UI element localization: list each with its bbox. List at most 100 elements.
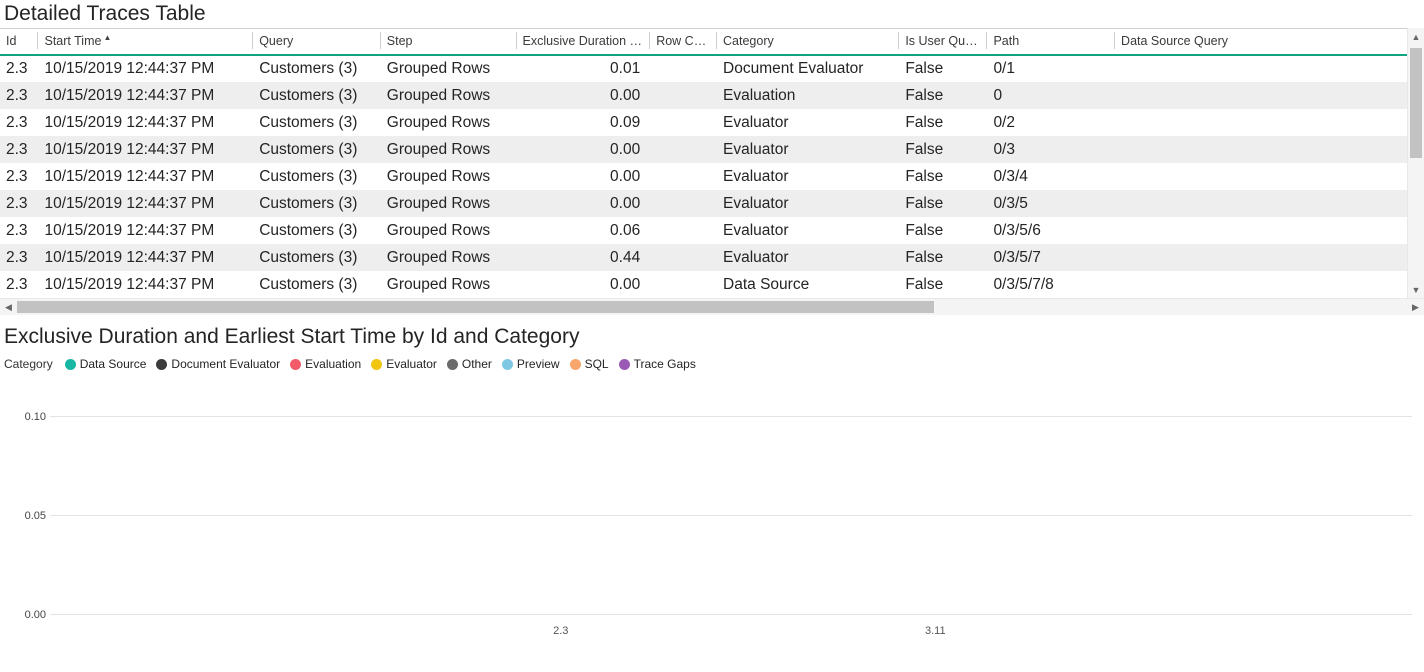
legend-swatch-icon xyxy=(502,359,513,370)
column-header[interactable]: Data Source Query xyxy=(1115,29,1424,56)
legend-item[interactable]: Trace Gaps xyxy=(619,357,696,371)
table-row[interactable]: 2.310/15/2019 12:44:37 PMCustomers (3)Gr… xyxy=(0,136,1424,163)
table-row[interactable]: 2.310/15/2019 12:44:37 PMCustomers (3)Gr… xyxy=(0,271,1424,298)
y-tick-label: 0.05 xyxy=(8,510,46,522)
table-cell xyxy=(650,136,717,163)
table-cell xyxy=(1115,271,1424,298)
column-header[interactable]: Start Time▲ xyxy=(38,29,253,56)
table-cell: 10/15/2019 12:44:37 PM xyxy=(38,109,253,136)
table-cell xyxy=(1115,163,1424,190)
table-cell: False xyxy=(899,190,987,217)
sort-asc-icon: ▲ xyxy=(103,33,111,42)
table-cell: Grouped Rows xyxy=(381,109,517,136)
column-header[interactable]: Query xyxy=(253,29,381,56)
table-cell xyxy=(650,244,717,271)
table-cell: Evaluator xyxy=(717,190,899,217)
column-header[interactable]: Path xyxy=(987,29,1115,56)
table-cell: Customers (3) xyxy=(253,55,381,82)
table-cell: False xyxy=(899,109,987,136)
table-cell: Customers (3) xyxy=(253,271,381,298)
table-cell: Data Source xyxy=(717,271,899,298)
table-row[interactable]: 2.310/15/2019 12:44:37 PMCustomers (3)Gr… xyxy=(0,55,1424,82)
legend-item[interactable]: Data Source xyxy=(65,357,147,371)
chart-legend: Category Data SourceDocument EvaluatorEv… xyxy=(0,355,1424,375)
vertical-scrollbar[interactable]: ▲ ▼ xyxy=(1407,28,1424,298)
legend-item[interactable]: Preview xyxy=(502,357,560,371)
column-header[interactable]: Exclusive Duration (%) xyxy=(517,29,651,56)
legend-item-label: Data Source xyxy=(80,357,147,371)
table-row[interactable]: 2.310/15/2019 12:44:37 PMCustomers (3)Gr… xyxy=(0,109,1424,136)
traces-table-area: IdStart Time▲QueryStepExclusive Duration… xyxy=(0,28,1424,298)
horizontal-scroll-track[interactable] xyxy=(17,299,1407,315)
table-cell: Evaluation xyxy=(717,82,899,109)
table-cell: 2.3 xyxy=(0,190,38,217)
scroll-left-icon[interactable]: ◀ xyxy=(0,302,17,313)
table-cell: 10/15/2019 12:44:37 PM xyxy=(38,55,253,82)
gridline xyxy=(50,614,1412,615)
chart-plot[interactable]: 0.000.050.102.33.11 xyxy=(50,387,1412,615)
table-cell: 0/3/4 xyxy=(987,163,1115,190)
legend-swatch-icon xyxy=(570,359,581,370)
table-cell: 0/3/5/7 xyxy=(987,244,1115,271)
table-cell xyxy=(650,55,717,82)
table-cell: Customers (3) xyxy=(253,190,381,217)
table-cell: 10/15/2019 12:44:37 PM xyxy=(38,163,253,190)
table-cell: Evaluator xyxy=(717,136,899,163)
column-header[interactable]: Is User Query xyxy=(899,29,987,56)
table-row[interactable]: 2.310/15/2019 12:44:37 PMCustomers (3)Gr… xyxy=(0,82,1424,109)
table-cell xyxy=(1115,136,1424,163)
table-cell: Grouped Rows xyxy=(381,271,517,298)
table-cell: 2.3 xyxy=(0,217,38,244)
column-header[interactable]: Category xyxy=(717,29,899,56)
table-row[interactable]: 2.310/15/2019 12:44:37 PMCustomers (3)Gr… xyxy=(0,244,1424,271)
table-cell: 0/1 xyxy=(987,55,1115,82)
table-cell: 0.01 xyxy=(517,55,651,82)
legend-item[interactable]: Evaluation xyxy=(290,357,361,371)
table-cell: Customers (3) xyxy=(253,136,381,163)
vertical-scroll-thumb[interactable] xyxy=(1410,48,1422,158)
table-cell: Evaluator xyxy=(717,244,899,271)
table-cell: Evaluator xyxy=(717,163,899,190)
table-cell: 2.3 xyxy=(0,109,38,136)
legend-item-label: Evaluator xyxy=(386,357,437,371)
legend-item[interactable]: Document Evaluator xyxy=(156,357,280,371)
table-cell: Customers (3) xyxy=(253,109,381,136)
x-tick-label: 2.3 xyxy=(553,625,568,637)
table-cell: Grouped Rows xyxy=(381,82,517,109)
table-cell xyxy=(650,82,717,109)
scroll-down-icon[interactable]: ▼ xyxy=(1408,281,1424,298)
column-header[interactable]: Step xyxy=(381,29,517,56)
y-tick-label: 0.10 xyxy=(8,411,46,423)
table-row[interactable]: 2.310/15/2019 12:44:37 PMCustomers (3)Gr… xyxy=(0,190,1424,217)
y-tick-label: 0.00 xyxy=(8,609,46,621)
chart-area[interactable]: 0.000.050.102.33.11 xyxy=(8,381,1416,641)
horizontal-scroll-thumb[interactable] xyxy=(17,301,934,313)
legend-item[interactable]: Other xyxy=(447,357,492,371)
table-cell: False xyxy=(899,244,987,271)
column-header[interactable]: Row Count xyxy=(650,29,717,56)
table-cell xyxy=(1115,244,1424,271)
scroll-up-icon[interactable]: ▲ xyxy=(1408,28,1424,45)
table-row[interactable]: 2.310/15/2019 12:44:37 PMCustomers (3)Gr… xyxy=(0,163,1424,190)
table-cell: Customers (3) xyxy=(253,82,381,109)
column-header[interactable]: Id xyxy=(0,29,38,56)
legend-item-label: Document Evaluator xyxy=(171,357,280,371)
legend-item[interactable]: Evaluator xyxy=(371,357,437,371)
table-cell xyxy=(1115,55,1424,82)
table-cell: False xyxy=(899,271,987,298)
table-cell: 2.3 xyxy=(0,136,38,163)
table-cell: 2.3 xyxy=(0,244,38,271)
legend-item[interactable]: SQL xyxy=(570,357,609,371)
table-cell: 10/15/2019 12:44:37 PM xyxy=(38,82,253,109)
legend-item-label: Trace Gaps xyxy=(634,357,696,371)
horizontal-scrollbar[interactable]: ◀ ▶ xyxy=(0,298,1424,315)
table-cell: 0.00 xyxy=(517,136,651,163)
scroll-right-icon[interactable]: ▶ xyxy=(1407,302,1424,313)
table-cell: 0.44 xyxy=(517,244,651,271)
legend-item-label: SQL xyxy=(585,357,609,371)
table-cell: False xyxy=(899,55,987,82)
table-cell: 0/3/5 xyxy=(987,190,1115,217)
table-cell xyxy=(650,190,717,217)
table-row[interactable]: 2.310/15/2019 12:44:37 PMCustomers (3)Gr… xyxy=(0,217,1424,244)
table-cell: Customers (3) xyxy=(253,244,381,271)
